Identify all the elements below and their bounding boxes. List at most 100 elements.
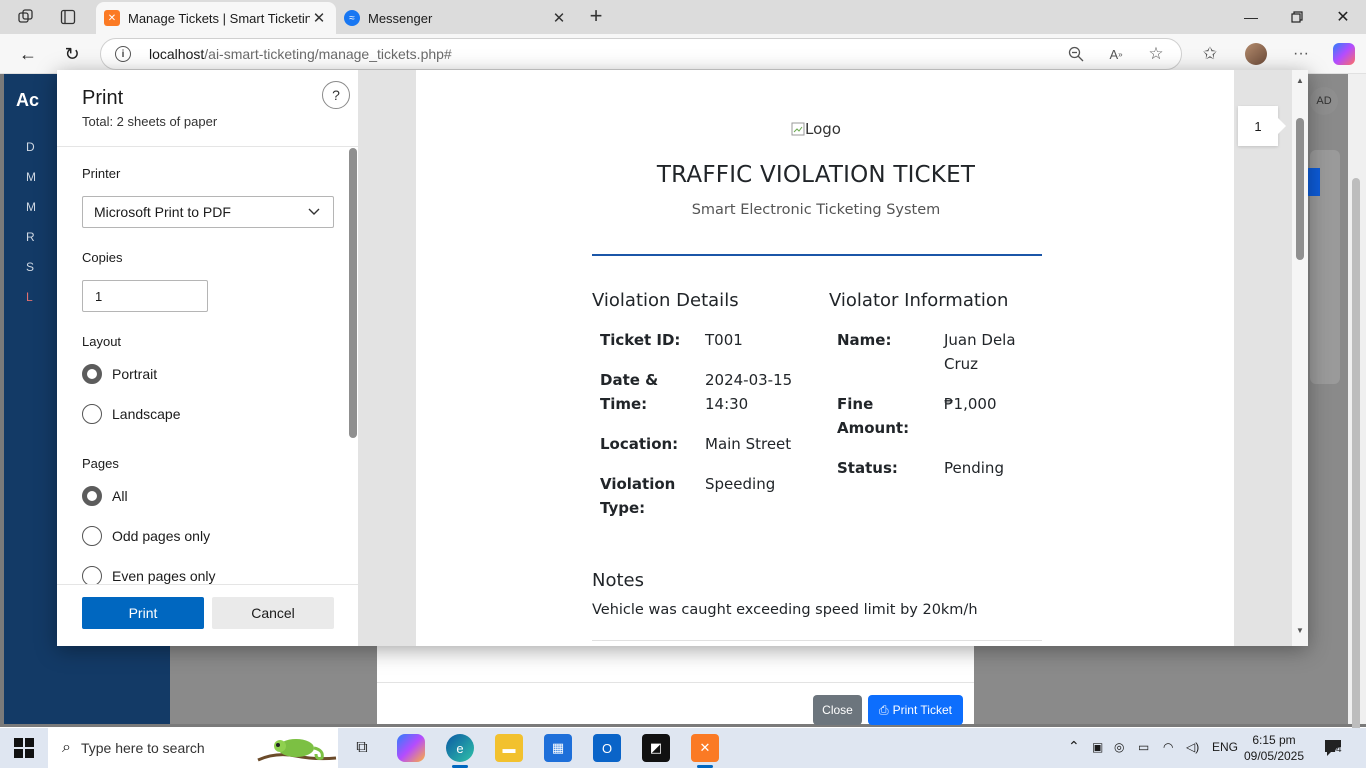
notes-text: Vehicle was caught exceeding speed limit… [592,602,978,618]
zoom-icon[interactable] [1066,44,1086,64]
volume-icon[interactable]: ◁) [1186,740,1199,754]
minimize-icon[interactable]: — [1228,0,1274,34]
close-button[interactable]: Close [813,695,862,725]
xampp-icon[interactable]: ✕ [691,734,719,762]
violation-details-heading: Violation Details [592,290,739,311]
user-avatar[interactable]: AD [1310,87,1338,115]
edge-icon[interactable]: e [446,734,474,762]
pages-all-radio[interactable]: All [82,486,128,506]
settings-scrollbar[interactable] [349,148,357,438]
field-value: T001 [705,331,743,349]
sidebar-item[interactable]: M [26,200,36,214]
sidebar-item[interactable]: S [26,260,34,274]
tab-actions-icon[interactable] [56,6,80,28]
field-value: ₱1,000 [944,395,997,413]
pages-label: Pages [82,456,119,471]
printer-icon: ⎙ [879,702,889,717]
tab-messenger[interactable]: ≈ Messenger ✕ [336,2,576,34]
print-dialog: Print Total: 2 sheets of paper ? Printer… [57,70,1308,646]
radio-label: All [112,488,128,504]
notification-center-icon[interactable]: 4 [1323,738,1345,758]
scroll-down-icon[interactable]: ▼ [1295,626,1305,635]
messenger-favicon-icon: ≈ [344,10,360,26]
page-scrollbar-thumb[interactable] [1352,178,1360,750]
sidebar-item-logout[interactable]: L [26,290,33,304]
field-label: Fine Amount: [837,395,910,437]
help-icon[interactable]: ? [322,81,350,109]
tab-manage-tickets[interactable]: ✕ Manage Tickets | Smart Ticketing ✕ [96,2,336,34]
browser-toolbar: ← ↻ i localhost/ai-smart-ticketing/manag… [0,34,1366,74]
sidebar-item[interactable]: M [26,170,36,184]
pages-odd-radio[interactable]: Odd pages only [82,526,210,546]
site-info-icon[interactable]: i [115,46,131,62]
vpn-status-icon[interactable]: ◎ [1114,740,1124,754]
close-window-icon[interactable]: ✕ [1320,0,1366,34]
profile-avatar[interactable] [1245,43,1267,65]
print-settings-panel: Print Total: 2 sheets of paper ? Printer… [57,70,358,646]
close-tab-icon[interactable]: ✕ [310,9,328,27]
taskbar-clock[interactable]: 6:15 pm 09/05/2025 [1240,732,1308,764]
copies-label: Copies [82,250,123,265]
layout-portrait-radio[interactable]: Portrait [82,364,157,384]
field-value: Main Street [705,435,792,453]
copilot-taskbar-icon[interactable] [397,734,425,762]
copilot-icon[interactable] [1333,43,1355,65]
layout-landscape-radio[interactable]: Landscape [82,404,181,424]
back-icon[interactable]: ← [16,42,40,66]
read-aloud-icon[interactable]: A» [1106,44,1126,64]
address-bar[interactable]: i localhost/ai-smart-ticketing/manage_ti… [100,38,1182,70]
app-brand: Ac [16,90,40,110]
broken-image-icon [791,122,805,136]
more-options-icon[interactable]: ··· [1291,44,1311,64]
print-button[interactable]: Print [82,597,204,629]
radio-unchecked-icon [82,566,102,586]
notification-count: 4 [1336,744,1342,755]
store-icon[interactable]: ▦ [544,734,572,762]
scroll-up-icon[interactable]: ▲ [1295,76,1305,85]
header-divider [57,146,358,147]
ticket-subtitle: Smart Electronic Ticketing System [691,202,941,218]
close-tab-icon[interactable]: ✕ [550,9,568,27]
battery-icon[interactable]: ▭ [1138,740,1149,754]
windows-start-icon[interactable] [14,738,34,758]
search-icon: ⌕ [62,739,71,756]
page-scrollbar[interactable] [1348,74,1366,750]
refresh-icon[interactable]: ↻ [60,42,84,66]
restore-icon[interactable] [1274,0,1320,34]
wifi-icon[interactable]: ◠ [1163,740,1173,754]
new-tab-icon[interactable]: + [584,5,608,29]
workspaces-icon[interactable] [14,6,38,28]
sheet-total: Total: 2 sheets of paper [82,114,218,129]
outlook-icon[interactable]: O [593,734,621,762]
taskbar-search[interactable]: ⌕ Type here to search [48,728,338,768]
favorites-icon[interactable]: ✩ [1200,44,1220,64]
printer-label: Printer [82,166,121,181]
search-placeholder: Type here to search [80,740,205,756]
print-title: Print [82,87,124,109]
meet-now-icon[interactable]: ▣ [1092,740,1103,754]
sidebar-item[interactable]: R [26,230,35,244]
logo-image: Logo [791,120,841,138]
language-indicator[interactable]: ENG [1212,740,1238,754]
field-label: Status: [837,459,898,477]
show-hidden-icons-icon[interactable]: ⌃ [1068,738,1080,755]
capcut-icon[interactable]: ◩ [642,734,670,762]
preview-scrollbar[interactable]: ▲ ▼ [1292,70,1308,646]
cancel-button[interactable]: Cancel [212,597,334,629]
sidebar-item[interactable]: D [26,140,35,154]
preview-page: Logo TRAFFIC VIOLATION TICKET Smart Elec… [416,70,1234,646]
pages-even-radio[interactable]: Even pages only [82,566,216,586]
notes-heading: Notes [592,570,644,591]
radio-checked-icon [82,364,102,384]
copies-input[interactable] [82,280,208,312]
tab-title: Messenger [368,10,433,26]
favorite-star-icon[interactable]: ☆ [1146,44,1166,64]
preview-scrollbar-thumb[interactable] [1296,118,1304,260]
print-ticket-label: Print Ticket [892,703,952,717]
file-explorer-icon[interactable]: ▬ [495,734,523,762]
task-view-icon[interactable]: ⧉ [348,734,376,762]
printer-value: Microsoft Print to PDF [94,204,231,220]
printer-select[interactable]: Microsoft Print to PDF [82,196,334,228]
print-ticket-button[interactable]: ⎙ Print Ticket [868,695,963,725]
background-action-button[interactable] [1306,168,1320,196]
